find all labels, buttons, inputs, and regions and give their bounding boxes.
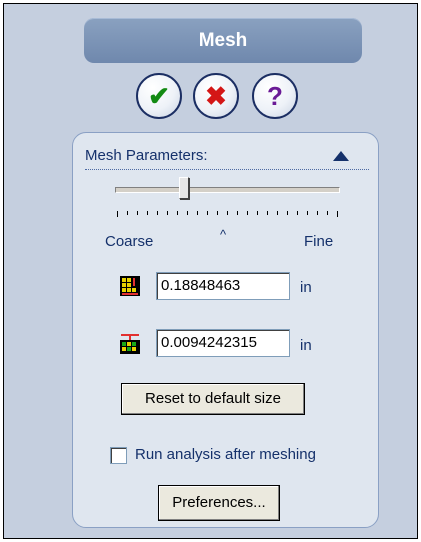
preferences-button[interactable]: Preferences... [158,485,280,521]
slider-tick [187,211,188,215]
checkmark-icon: ✔ [148,81,170,111]
slider-tick [207,211,208,215]
page-title: Mesh [198,30,248,51]
slider-tick [297,211,298,215]
slider-tick [227,211,228,215]
mesh-parameters-group: Mesh Parameters: Coarse ^ Fine 0.1884846… [72,132,379,528]
slider-tick [217,211,218,215]
slider-tick [337,211,338,217]
ok-button[interactable]: ✔ [136,73,182,119]
mesh-density-slider-track[interactable] [115,187,340,193]
fine-label: Fine [304,233,334,250]
slider-tick [117,211,118,217]
slider-tick [247,211,248,215]
tolerance-unit: in [300,337,312,354]
slider-tick [237,211,238,215]
global-size-unit: in [300,279,312,296]
slider-tick [287,211,288,215]
slider-ticks [117,211,338,217]
global-size-icon [120,276,140,296]
mesh-density-slider-thumb[interactable] [179,177,190,199]
run-analysis-checkbox[interactable] [110,447,127,464]
reset-default-size-button[interactable]: Reset to default size [121,383,305,415]
slider-default-marker: ^ [220,227,227,242]
run-analysis-label: Run analysis after meshing [135,446,316,463]
coarse-label: Coarse [105,233,154,250]
help-button[interactable]: ? [252,73,298,119]
slider-tick [307,211,308,215]
slider-tick [157,211,158,215]
slider-tick [317,211,318,215]
slider-tick [197,211,198,215]
property-manager: Mesh ✔ ✖ ? Mesh Parameters: Coarse ^ Fin… [3,3,418,539]
global-size-input[interactable]: 0.18848463 [156,272,290,300]
slider-tick [167,211,168,215]
slider-tick [127,211,128,215]
panel-header: Mesh [84,18,362,63]
help-icon: ? [267,81,283,111]
close-icon: ✖ [205,81,227,111]
section-title: Mesh Parameters: [85,147,208,164]
cancel-button[interactable]: ✖ [193,73,239,119]
slider-tick [327,211,328,215]
tolerance-icon [120,334,140,354]
slider-tick [257,211,258,215]
collapse-arrow-icon[interactable] [333,151,349,161]
tolerance-input[interactable]: 0.0094242315 [156,329,290,357]
slider-tick [177,211,178,215]
slider-tick [137,211,138,215]
slider-tick [277,211,278,215]
slider-tick [147,211,148,215]
section-divider [85,169,369,170]
slider-tick [267,211,268,215]
